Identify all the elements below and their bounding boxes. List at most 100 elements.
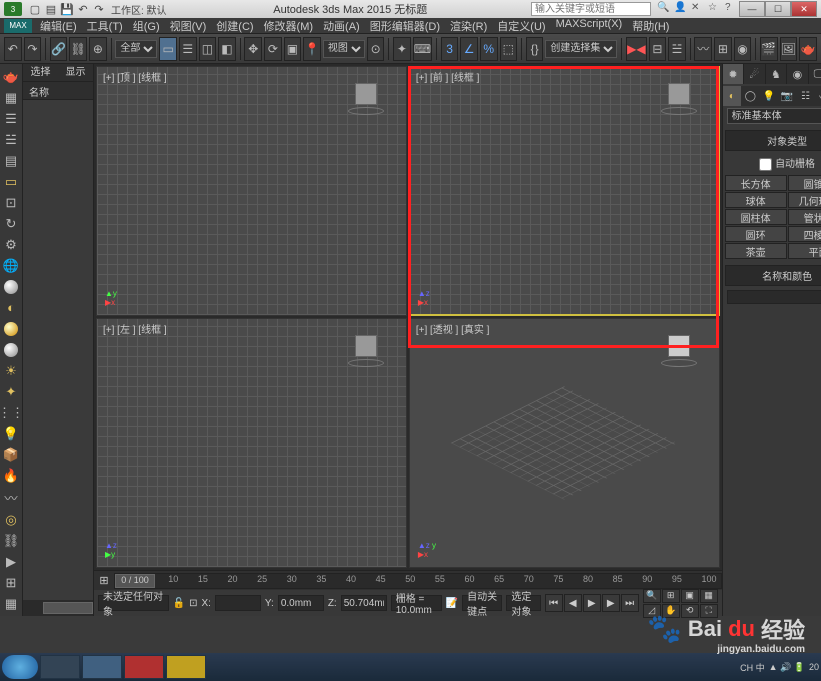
autogrid-checkbox[interactable]	[759, 158, 772, 171]
next-frame-button[interactable]: ▶	[602, 594, 620, 612]
cat-shapes[interactable]: ◯	[741, 86, 759, 106]
clock[interactable]: 20	[809, 662, 819, 672]
menu-animation[interactable]: 动画(A)	[323, 18, 360, 34]
btn-geosphere[interactable]: 几何球体	[788, 192, 821, 208]
named-sets-dropdown[interactable]: 创建选择集	[545, 40, 617, 58]
viewport-label[interactable]: [+] [前 ] [线框 ]	[416, 69, 480, 84]
cat-spacewarps[interactable]: 〰	[815, 86, 821, 106]
zoom-extents-button[interactable]: ▣	[681, 589, 699, 603]
selected-filter[interactable]: 选定对象	[506, 595, 540, 611]
system-tray[interactable]: CH 中 ▲ 🔊 🔋 20	[740, 661, 819, 674]
angle-snap-button[interactable]: ∠	[460, 37, 478, 61]
save-icon[interactable]: 💾	[60, 2, 74, 16]
orbit-button[interactable]: ⟲	[681, 604, 699, 618]
layers-icon[interactable]: ☱	[0, 131, 22, 148]
z-input[interactable]	[341, 595, 387, 611]
tab-display[interactable]: 显示	[58, 64, 93, 81]
spinner-snap-button[interactable]: ⬚	[500, 37, 518, 61]
viewport-left[interactable]: [+] [左 ] [线框 ] ▲z▶y	[96, 318, 407, 568]
minimize-button[interactable]: —	[739, 1, 765, 17]
window-crossing-button[interactable]: ◧	[218, 37, 236, 61]
viewport-label[interactable]: [+] [顶 ] [线框 ]	[103, 69, 167, 84]
card-icon[interactable]: ▭	[0, 173, 22, 190]
menu-tools[interactable]: 工具(T)	[87, 18, 123, 34]
menu-help[interactable]: 帮助(H)	[632, 18, 669, 34]
tab-modify[interactable]: ☄	[744, 64, 766, 84]
display-icon[interactable]: ⊡	[0, 194, 22, 211]
viewcube[interactable]	[659, 329, 699, 369]
fire-icon[interactable]: 🔥	[0, 467, 22, 484]
selection-filter[interactable]: 全部	[115, 40, 157, 58]
object-name-input[interactable]	[727, 290, 821, 304]
wave-icon[interactable]: 〰	[0, 488, 22, 507]
zoom-all-button[interactable]: ⊞	[662, 589, 680, 603]
favorite-icon[interactable]: ☆	[708, 2, 722, 16]
viewport-perspective[interactable]: [+] [透视 ] [真实 ] ▲z y▶x	[409, 318, 720, 568]
redo-button[interactable]: ↷	[24, 37, 42, 61]
cat-lights[interactable]: 💡	[760, 86, 778, 106]
btn-plane[interactable]: 平面	[788, 243, 821, 259]
tab-hierarchy[interactable]: ♞	[766, 64, 788, 84]
box-icon[interactable]: 📦	[0, 446, 22, 463]
viewcube[interactable]	[659, 77, 699, 117]
new-icon[interactable]: ▢	[28, 2, 42, 16]
taskbar-item[interactable]	[124, 655, 164, 679]
bind-button[interactable]: ⊕	[89, 37, 107, 61]
list-icon[interactable]: ☰	[0, 110, 22, 127]
ref-coord-dropdown[interactable]: 视图	[323, 40, 365, 58]
ime-indicator[interactable]: CH 中	[740, 661, 765, 674]
globe-icon[interactable]: 🌐	[0, 257, 22, 274]
goto-end-button[interactable]: ⏭	[621, 594, 639, 612]
taskbar-item[interactable]	[166, 655, 206, 679]
arrow-icon[interactable]: ▶	[0, 553, 22, 570]
snap-toggle[interactable]: 3	[441, 37, 459, 61]
rollout-object-type[interactable]: 对象类型	[725, 130, 821, 151]
y-input[interactable]	[278, 595, 324, 611]
time-slider-thumb[interactable]: 0 / 100	[115, 574, 155, 588]
app-menu-button[interactable]: MAX	[4, 19, 32, 33]
open-icon[interactable]: ▤	[44, 2, 58, 16]
btn-sphere[interactable]: 球体	[725, 192, 787, 208]
close-button[interactable]: ✕	[791, 1, 817, 17]
cat-geometry[interactable]: ◐	[723, 86, 741, 106]
layer-button[interactable]: ☱	[668, 37, 686, 61]
horizontal-scrollbar[interactable]	[23, 600, 93, 616]
workspace-dropdown[interactable]: 工作区: 默认	[108, 2, 170, 16]
menu-rendering[interactable]: 渲染(R)	[450, 18, 487, 34]
subcategory-dropdown[interactable]: 标准基本体	[727, 108, 821, 124]
viewcube[interactable]	[346, 77, 386, 117]
btn-cone[interactable]: 圆锥体	[788, 175, 821, 191]
time-slider[interactable]: 0 / 100 05101520253035404550556065707580…	[114, 573, 722, 589]
undo-button[interactable]: ↶	[4, 37, 22, 61]
rotate-button[interactable]: ⟳	[264, 37, 282, 61]
rotate-icon[interactable]: ↻	[0, 215, 22, 232]
viewport-label[interactable]: [+] [左 ] [线框 ]	[103, 321, 167, 336]
metal-icon[interactable]: ◐	[0, 299, 22, 316]
tab-motion[interactable]: ◉	[787, 64, 809, 84]
align-button[interactable]: ⊟	[649, 37, 667, 61]
chain-icon[interactable]: ⛓	[0, 532, 22, 549]
curve-editor-button[interactable]: 〰	[694, 37, 712, 61]
scale-button[interactable]: ▣	[284, 37, 302, 61]
start-button[interactable]	[2, 655, 38, 679]
fov-button[interactable]: ◿	[643, 604, 661, 618]
menu-group[interactable]: 组(G)	[133, 18, 160, 34]
timeline-start-icon[interactable]: ⊞	[94, 574, 114, 587]
btn-pyramid[interactable]: 四棱锥	[788, 226, 821, 242]
render-frame-button[interactable]: 🖼	[780, 37, 798, 61]
btn-box[interactable]: 长方体	[725, 175, 787, 191]
select-name-button[interactable]: ☰	[179, 37, 197, 61]
menu-views[interactable]: 视图(V)	[170, 18, 207, 34]
named-sets-button[interactable]: {}	[526, 37, 544, 61]
viewport-front[interactable]: [+] [前 ] [线框 ] ▲z▶x	[409, 66, 720, 316]
tab-display[interactable]: 🖵	[809, 64, 821, 84]
autokey-button[interactable]: 自动关键点	[462, 595, 502, 611]
menu-customize[interactable]: 自定义(U)	[497, 18, 545, 34]
maximize-viewport-button[interactable]: ⛶	[700, 604, 718, 618]
menu-modifiers[interactable]: 修改器(M)	[264, 18, 314, 34]
grid-icon[interactable]: ▦	[0, 89, 22, 106]
tab-create[interactable]: ✹	[723, 64, 745, 84]
x-input[interactable]	[215, 595, 261, 611]
mirror-button[interactable]: ▶◀	[626, 37, 646, 61]
move-button[interactable]: ✥	[244, 37, 262, 61]
